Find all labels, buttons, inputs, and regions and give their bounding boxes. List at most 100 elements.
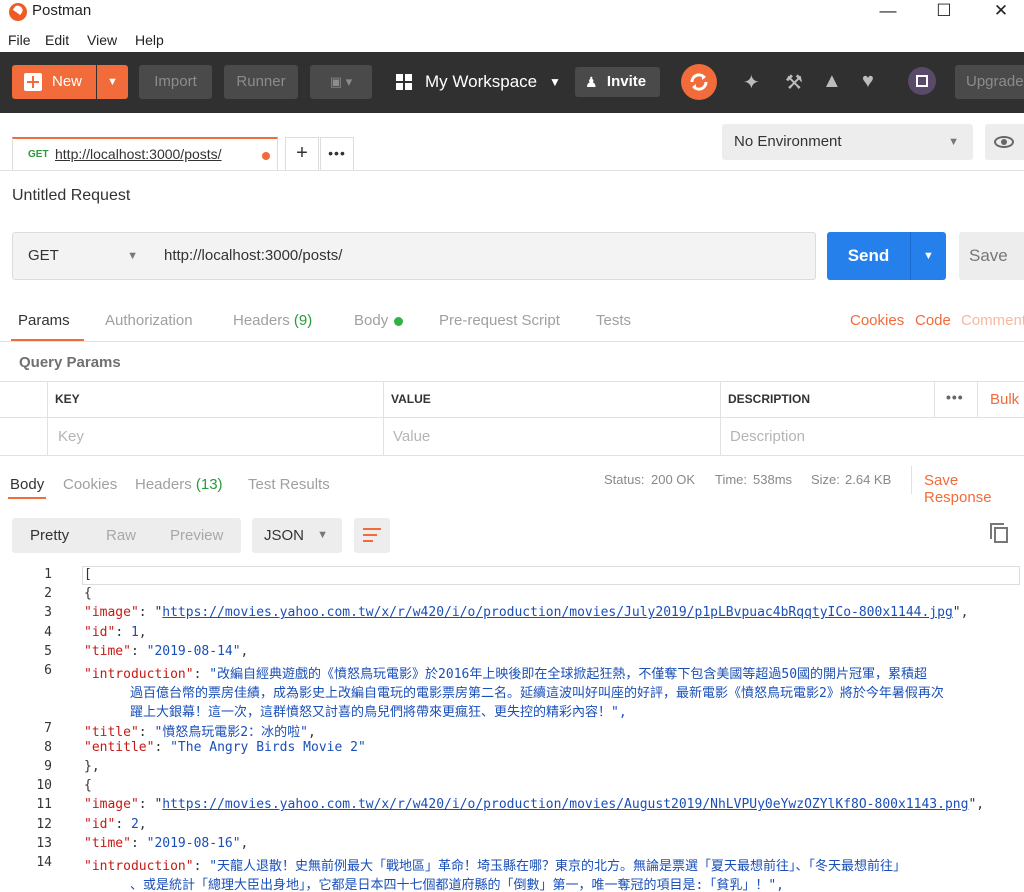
code-line: "time": "2019-08-14", [84, 643, 249, 659]
response-tab-test-results[interactable]: Test Results [248, 476, 330, 493]
chip-icon [916, 75, 928, 87]
menu-bar: File Edit View Help [0, 28, 1024, 52]
invite-button[interactable]: ♟ Invite [575, 67, 660, 97]
column-header-key: KEY [55, 392, 80, 406]
response-body-viewer[interactable]: 1 [2 {3 "image": "https://movies.yahoo.co… [0, 566, 1024, 892]
new-button[interactable]: New [12, 65, 96, 99]
save-response-button[interactable]: Save Response [924, 472, 1024, 506]
new-window-button[interactable]: ▣ ▾ [310, 65, 372, 99]
tab-tests[interactable]: Tests [596, 312, 631, 329]
code-line: [ [84, 567, 92, 582]
tab-headers[interactable]: Headers (9) [233, 312, 312, 329]
response-tab-body[interactable]: Body [10, 476, 44, 493]
tab-prerequest-script[interactable]: Pre-request Script [439, 312, 560, 329]
upgrade-button[interactable]: Upgrade [955, 65, 1024, 99]
line-number: 7 [44, 720, 52, 736]
postman-logo-icon [9, 3, 27, 21]
line-number: 1 [44, 567, 52, 582]
line-number: 9 [44, 759, 52, 774]
environment-quick-look-button[interactable] [985, 124, 1024, 160]
code-link[interactable]: Code [915, 312, 951, 329]
workspace-label: My Workspace [425, 72, 538, 91]
column-header-value: VALUE [391, 392, 431, 406]
new-dropdown-caret-icon[interactable]: ▼ [97, 65, 128, 99]
request-tab-strip: GET http://localhost:3000/posts/ [0, 113, 710, 171]
bulk-edit-link[interactable]: Bulk [990, 391, 1019, 408]
sync-icon[interactable] [681, 64, 717, 100]
code-line: "time": "2019-08-16", [84, 835, 249, 851]
size-label: Size: [811, 472, 840, 487]
view-raw-button[interactable]: Raw [106, 527, 136, 544]
view-preview-button[interactable]: Preview [170, 527, 223, 544]
send-dropdown-caret-icon[interactable]: ▼ [910, 232, 946, 280]
wrench-icon[interactable]: ⚒ [785, 70, 803, 95]
workspace-caret-icon: ▼ [549, 75, 561, 89]
more-options-icon[interactable]: ••• [946, 389, 964, 405]
request-name[interactable]: Untitled Request [12, 187, 130, 205]
tab-headers-label: Headers [233, 312, 290, 329]
format-label: JSON [264, 527, 305, 544]
key-input[interactable]: Key [58, 428, 84, 445]
code-line: 、或是統計「總理大臣出身地」，它都是日本四十七個都道府縣的「倒數」第一，唯一奪冠… [130, 878, 784, 892]
send-button[interactable]: Send [827, 232, 910, 280]
view-pretty-button[interactable]: Pretty [30, 527, 69, 544]
time-value: 538ms [753, 472, 793, 487]
save-button[interactable]: Save [959, 232, 1024, 280]
code-line: { [84, 778, 92, 794]
code-line: 過百億台幣的票房佳績，成為影史上改編自電玩的電影票房第二名。延續這波叫好叫座的好… [130, 686, 944, 702]
import-button[interactable]: Import [139, 65, 212, 99]
response-tab-headers[interactable]: Headers (13) [135, 476, 223, 493]
menu-help[interactable]: Help [135, 32, 164, 48]
format-select[interactable]: JSON ▼ [252, 518, 342, 553]
eye-icon [994, 136, 1014, 148]
response-tab-cookies[interactable]: Cookies [63, 476, 117, 493]
line-number: 5 [44, 643, 52, 659]
method-label: GET [28, 247, 59, 264]
copy-icon[interactable] [990, 523, 1008, 543]
code-line: { [84, 586, 92, 602]
status-value: 200 OK [651, 472, 696, 487]
url-input[interactable]: http://localhost:3000/posts/ [152, 232, 816, 280]
bell-icon[interactable]: ▲ [822, 70, 842, 93]
tab-authorization[interactable]: Authorization [105, 312, 193, 329]
code-line: "introduction": "改編自經典遊戲的《憤怒鳥玩電影》於2016年上… [84, 667, 928, 682]
satellite-icon[interactable]: ✦ [743, 70, 760, 95]
runner-button[interactable]: Runner [224, 65, 298, 99]
query-params-title: Query Params [19, 354, 121, 371]
menu-edit[interactable]: Edit [45, 32, 69, 48]
chevron-down-icon: ▼ [948, 136, 959, 148]
body-indicator-dot-icon [394, 317, 403, 326]
menu-file[interactable]: File [8, 32, 31, 48]
tab-body[interactable]: Body [354, 312, 388, 329]
cookies-link[interactable]: Cookies [850, 312, 904, 329]
value-input[interactable]: Value [393, 428, 430, 445]
maximize-icon[interactable]: ☐ [929, 1, 959, 23]
line-number: 6 [44, 663, 52, 678]
column-divider [720, 381, 721, 456]
wrap-lines-icon[interactable] [354, 518, 390, 553]
active-tab-indicator [8, 497, 46, 499]
tab-params[interactable]: Params [18, 312, 70, 329]
heart-icon[interactable]: ♥ [862, 70, 874, 93]
comments-link[interactable]: Comments [961, 312, 1024, 329]
environment-select[interactable]: No Environment ▼ [722, 124, 973, 160]
description-input[interactable]: Description [730, 428, 805, 445]
window-title: Postman [32, 2, 92, 19]
line-number: 2 [44, 586, 52, 602]
line-number: 13 [36, 835, 52, 851]
more-tabs-icon[interactable]: ••• [320, 137, 354, 171]
line-number: 14 [36, 855, 52, 870]
method-select[interactable]: GET ▼ [12, 232, 153, 280]
line-number: 3 [44, 605, 52, 621]
add-tab-button[interactable]: + [285, 137, 319, 171]
chevron-down-icon: ▼ [127, 250, 138, 262]
request-tab[interactable]: GET http://localhost:3000/posts/ [12, 137, 278, 171]
table-header-row [0, 381, 1024, 418]
menu-view[interactable]: View [87, 32, 117, 48]
close-icon[interactable]: ✕ [986, 1, 1016, 23]
line-number: 12 [36, 816, 52, 832]
code-line: "id": 2, [84, 816, 147, 832]
avatar[interactable] [908, 67, 936, 95]
column-divider [383, 381, 384, 456]
minimize-icon[interactable]: — [873, 1, 903, 23]
